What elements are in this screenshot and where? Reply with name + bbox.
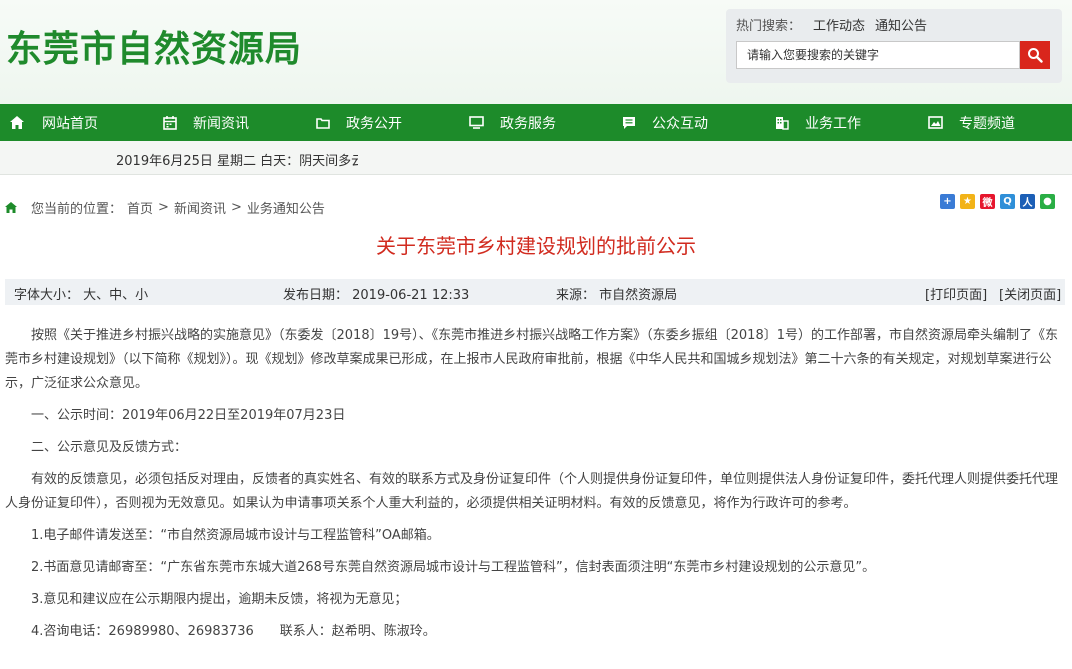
date-weather-bar: 2019年6月25日 星期二 白天：阴天间多云转 xyxy=(0,141,1072,175)
breadcrumb: 您当前的位置： 首页 > 新闻资讯 > 业务通知公告 xyxy=(5,198,330,217)
monitor-icon xyxy=(469,116,484,129)
weibo-icon[interactable]: 微 xyxy=(980,194,995,209)
article-paragraph: 4.咨询电话：26989980、26983736 联系人：赵希明、陈淑玲。 xyxy=(31,624,436,639)
home-icon xyxy=(5,202,17,213)
nav-label: 新闻资讯 xyxy=(193,115,249,132)
article-paragraph: 1.电子邮件请发送至：“市自然资源局城市设计与工程监管科”OA邮箱。 xyxy=(31,528,440,543)
nav-label: 政务公开 xyxy=(346,115,402,132)
breadcrumb-sep: > xyxy=(230,200,242,215)
breadcrumb-news[interactable]: 新闻资讯 xyxy=(174,198,226,217)
share-plus-icon[interactable]: + xyxy=(940,194,955,209)
qzone-icon[interactable]: ★ xyxy=(960,194,975,209)
nav-label: 业务工作 xyxy=(805,115,861,132)
tencent-icon[interactable]: Q xyxy=(1000,194,1015,209)
article-paragraph: 按照《关于推进乡村振兴战略的实施意见》（东委发〔2018〕19号）、《东莞市推进… xyxy=(5,328,1058,391)
site-header: 东莞市自然资源局 热门搜索： 工作动态 通知公告 请输入您要搜索的关键字 xyxy=(0,0,1072,104)
article-title: 关于东莞市乡村建设规划的批前公示 xyxy=(376,234,696,258)
nav-public-interaction[interactable]: 公众互动 xyxy=(612,104,765,141)
nav-news[interactable]: 新闻资讯 xyxy=(153,104,306,141)
nav-gov-affairs[interactable]: 政务公开 xyxy=(306,104,459,141)
article-source: 来源： 市自然资源局 xyxy=(556,288,678,303)
nav-label: 公众互动 xyxy=(652,115,708,132)
breadcrumb-home[interactable]: 首页 xyxy=(127,198,153,217)
nav-business[interactable]: 业务工作 xyxy=(765,104,918,141)
article-paragraph: 2.书面意见请邮寄至：“广东省东莞市东城大道268号东莞自然资源局城市设计与工程… xyxy=(31,560,876,575)
breadcrumb-current[interactable]: 业务通知公告 xyxy=(247,198,325,217)
chat-icon xyxy=(623,116,635,129)
main-nav: 网站首页 新闻资讯 政务公开 政务服务 公众互动 业务工作 专题频道 xyxy=(0,104,1072,141)
article-paragraph: 一、公示时间：2019年06月22日至2019年07月23日 xyxy=(31,408,346,423)
search-panel: 热门搜索： 工作动态 通知公告 请输入您要搜索的关键字 xyxy=(726,9,1062,83)
article-body: 按照《关于推进乡村振兴战略的实施意见》（东委发〔2018〕19号）、《东莞市推进… xyxy=(5,324,1063,652)
print-link[interactable]: [打印页面] xyxy=(925,284,987,303)
hot-link-work-news[interactable]: 工作动态 xyxy=(813,19,865,34)
nav-gov-service[interactable]: 政务服务 xyxy=(459,104,612,141)
building-icon xyxy=(776,116,789,130)
hot-search-label: 热门搜索： xyxy=(736,19,802,34)
renren-icon[interactable]: 人 xyxy=(1020,194,1035,209)
wechat-icon[interactable]: ● xyxy=(1040,194,1055,209)
breadcrumb-prefix: 您当前的位置： xyxy=(31,202,123,217)
close-link[interactable]: [关闭页面] xyxy=(999,284,1061,303)
search-input[interactable]: 请输入您要搜索的关键字 xyxy=(736,41,1020,69)
nav-special[interactable]: 专题频道 xyxy=(918,104,1071,141)
hot-search: 热门搜索： 工作动态 通知公告 xyxy=(736,15,937,34)
share-bar: + ★ 微 Q 人 ● xyxy=(940,194,1060,209)
hot-link-notice[interactable]: 通知公告 xyxy=(875,19,927,34)
date-weather-text: 2019年6月25日 星期二 白天：阴天间多云转 xyxy=(116,154,358,169)
site-logo[interactable]: 东莞市自然资源局 xyxy=(6,20,302,72)
home-icon xyxy=(10,116,24,129)
publish-date: 发布日期： 2019-06-21 12:33 xyxy=(283,288,470,303)
search-button[interactable] xyxy=(1020,41,1050,69)
article-info-bar: 字体大小： 大、中、小 发布日期： 2019-06-21 12:33 来源： 市… xyxy=(5,279,1065,305)
breadcrumb-sep: > xyxy=(158,200,169,215)
nav-label: 政务服务 xyxy=(500,115,556,132)
article-paragraph: 3.意见和建议应在公示期限内提出，逾期未反馈，将视为无意见； xyxy=(31,592,408,607)
article-paragraph: 有效的反馈意见，必须包括反对理由，反馈者的真实姓名、有效的联系方式及身份证复印件… xyxy=(5,472,1059,511)
search-icon xyxy=(1028,48,1043,63)
font-size-control[interactable]: 字体大小： 大、中、小 xyxy=(14,284,148,303)
article-paragraph: 二、公示意见及反馈方式： xyxy=(31,440,188,455)
folder-icon xyxy=(316,117,330,129)
nav-label: 专题频道 xyxy=(959,115,1015,132)
calendar-icon xyxy=(163,115,177,130)
nav-home[interactable]: 网站首页 xyxy=(0,104,153,141)
image-icon xyxy=(928,116,943,129)
nav-label: 网站首页 xyxy=(42,115,98,132)
